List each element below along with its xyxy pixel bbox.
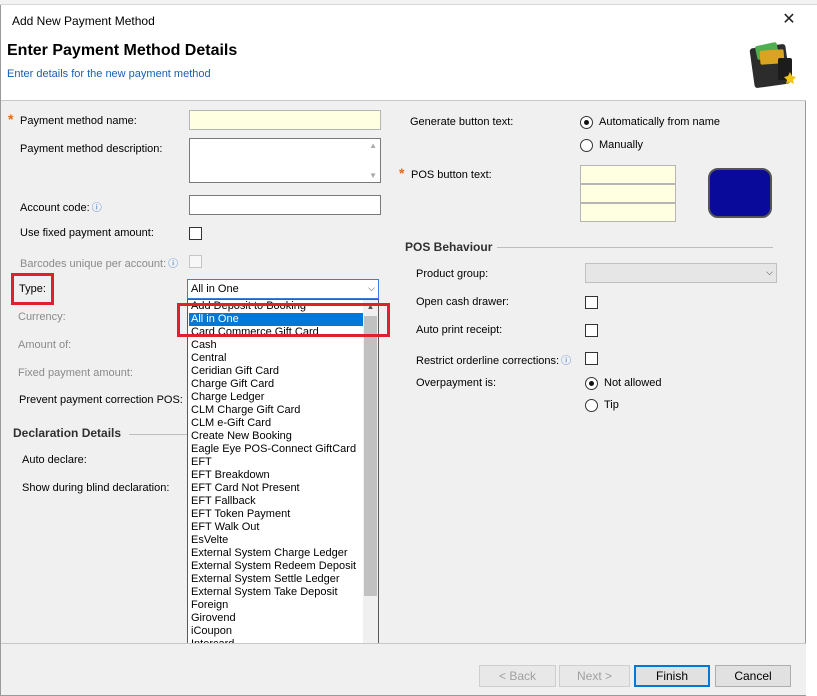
manually-radio[interactable]	[580, 139, 593, 152]
cancel-button[interactable]: Cancel	[715, 665, 791, 687]
account-code-input[interactable]	[189, 195, 381, 215]
back-button[interactable]: < Back	[479, 665, 556, 687]
dropdown-option[interactable]: Girovend	[189, 612, 363, 625]
dropdown-option[interactable]: Charge Gift Card	[189, 378, 363, 391]
info-icon[interactable]: ⓘ	[92, 203, 102, 214]
type-label-highlight	[11, 273, 54, 305]
wallet-icon	[749, 42, 796, 88]
wizard-header: Enter Payment Method Details Enter detai…	[1, 34, 806, 101]
type-dropdown-list[interactable]: Add Deposit to Booking All in One Card Com…	[187, 299, 379, 691]
required-marker: *	[399, 165, 405, 181]
scroll-up-icon: ▲	[369, 141, 377, 150]
not-allowed-label: Not allowed	[604, 377, 662, 389]
window-title: Add New Payment Method	[12, 14, 155, 28]
add-payment-method-dialog: Add New Payment Method ✕ Enter Payment M…	[0, 5, 806, 696]
dropdown-option[interactable]: External System Settle Ledger	[189, 573, 363, 586]
pos-button-text-line1-input[interactable]	[580, 165, 676, 184]
auto-from-name-radio[interactable]	[580, 116, 593, 129]
restrict-orderline-corrections-label: Restrict orderline corrections: ⓘ	[416, 352, 571, 367]
not-allowed-radio[interactable]	[585, 377, 598, 390]
section-divider	[129, 434, 187, 435]
dropdown-option[interactable]: EsVelte	[189, 534, 363, 547]
finish-button[interactable]: Finish	[634, 665, 710, 687]
open-cash-drawer-label: Open cash drawer:	[416, 296, 509, 308]
payment-method-description-input[interactable]: ▲ ▼	[189, 138, 381, 183]
product-group-label: Product group:	[416, 268, 489, 280]
wizard-footer: < Back Next > Finish Cancel	[1, 643, 806, 695]
dropdown-option[interactable]: Eagle Eye POS-Connect GiftCard	[189, 443, 363, 456]
page-title: Enter Payment Method Details	[7, 42, 238, 59]
dropdown-scrollbar[interactable]: ▲ ▼	[363, 300, 378, 690]
dropdown-option[interactable]: Central	[189, 352, 363, 365]
dropdown-option[interactable]: iCoupon	[189, 625, 363, 638]
dropdown-option[interactable]: EFT	[189, 456, 363, 469]
dropdown-option[interactable]: EFT Token Payment	[189, 508, 363, 521]
pos-button-text-line3-input[interactable]	[580, 203, 676, 222]
declaration-details-heading: Declaration Details	[13, 426, 122, 440]
pos-button-color-preview[interactable]	[708, 168, 772, 218]
account-code-label: Account code: ⓘ	[20, 199, 102, 214]
dropdown-option[interactable]: Foreign	[189, 599, 363, 612]
auto-print-receipt-label: Auto print receipt:	[416, 324, 503, 336]
pos-button-text-label: POS button text:	[411, 169, 492, 181]
show-blind-declaration-label: Show during blind declaration:	[22, 482, 170, 494]
dropdown-option[interactable]: EFT Walk Out	[189, 521, 363, 534]
payment-method-description-label: Payment method description:	[20, 143, 163, 155]
dropdown-option[interactable]: EFT Card Not Present	[189, 482, 363, 495]
product-group-select[interactable]: ⌵	[585, 263, 777, 283]
manually-label: Manually	[599, 139, 644, 151]
auto-declare-label: Auto declare:	[22, 454, 87, 466]
dropdown-option[interactable]: External System Charge Ledger	[189, 547, 363, 560]
chevron-down-icon: ⌵	[766, 267, 773, 277]
section-divider	[497, 247, 773, 248]
info-icon[interactable]: ⓘ	[561, 356, 571, 367]
barcodes-unique-text: Barcodes unique per account:	[20, 258, 167, 270]
form-content: * Payment method name: Payment method de…	[1, 102, 806, 691]
pos-button-text-line2-input[interactable]	[580, 184, 676, 203]
dropdown-option[interactable]: CLM Charge Gift Card	[189, 404, 363, 417]
payment-method-name-label: Payment method name:	[20, 115, 137, 127]
dropdown-option[interactable]: Create New Booking	[189, 430, 363, 443]
type-select-value: All in One	[191, 283, 239, 295]
dropdown-option[interactable]: CLM e-Gift Card	[189, 417, 363, 430]
pos-behaviour-heading: POS Behaviour	[405, 240, 493, 254]
close-icon[interactable]: ✕	[780, 11, 798, 29]
info-icon[interactable]: ⓘ	[168, 259, 178, 270]
use-fixed-amount-checkbox[interactable]	[189, 227, 202, 240]
fixed-payment-amount-label: Fixed payment amount:	[18, 367, 133, 379]
auto-print-receipt-checkbox[interactable]	[585, 324, 598, 337]
required-marker: *	[8, 111, 14, 127]
barcodes-unique-checkbox	[189, 255, 202, 268]
dropdown-option[interactable]: Ceridian Gift Card	[189, 365, 363, 378]
tip-label: Tip	[604, 399, 619, 411]
account-code-text: Account code:	[20, 202, 90, 214]
restrict-orderline-corrections-checkbox[interactable]	[585, 352, 598, 365]
type-select[interactable]: All in One ⌵	[187, 279, 379, 299]
overpayment-label: Overpayment is:	[416, 377, 497, 389]
use-fixed-amount-label: Use fixed payment amount:	[20, 227, 154, 239]
dropdown-option[interactable]: Cash	[189, 339, 363, 352]
barcodes-unique-label: Barcodes unique per account: ⓘ	[20, 255, 178, 270]
generate-button-text-label: Generate button text:	[410, 116, 514, 128]
next-button[interactable]: Next >	[559, 665, 630, 687]
dropdown-option[interactable]: External System Take Deposit	[189, 586, 363, 599]
restrict-orderline-text: Restrict orderline corrections:	[416, 355, 560, 367]
selected-item-highlight	[177, 303, 390, 337]
title-bar: Add New Payment Method ✕	[1, 5, 806, 34]
open-cash-drawer-checkbox[interactable]	[585, 296, 598, 309]
chevron-down-icon: ⌵	[368, 283, 375, 293]
scroll-thumb[interactable]	[364, 316, 377, 596]
dropdown-option[interactable]: Charge Ledger	[189, 391, 363, 404]
dropdown-option[interactable]: EFT Fallback	[189, 495, 363, 508]
payment-method-name-input[interactable]	[189, 110, 381, 130]
currency-label: Currency:	[18, 311, 66, 323]
auto-from-name-label: Automatically from name	[599, 116, 721, 128]
page-subtitle: Enter details for the new payment method	[7, 68, 211, 80]
prevent-payment-correction-label: Prevent payment correction POS:	[19, 394, 183, 406]
tip-radio[interactable]	[585, 399, 598, 412]
amount-of-label: Amount of:	[18, 339, 72, 351]
scroll-down-icon: ▼	[369, 171, 377, 180]
dropdown-option[interactable]: External System Redeem Deposit	[189, 560, 363, 573]
dropdown-option[interactable]: EFT Breakdown	[189, 469, 363, 482]
